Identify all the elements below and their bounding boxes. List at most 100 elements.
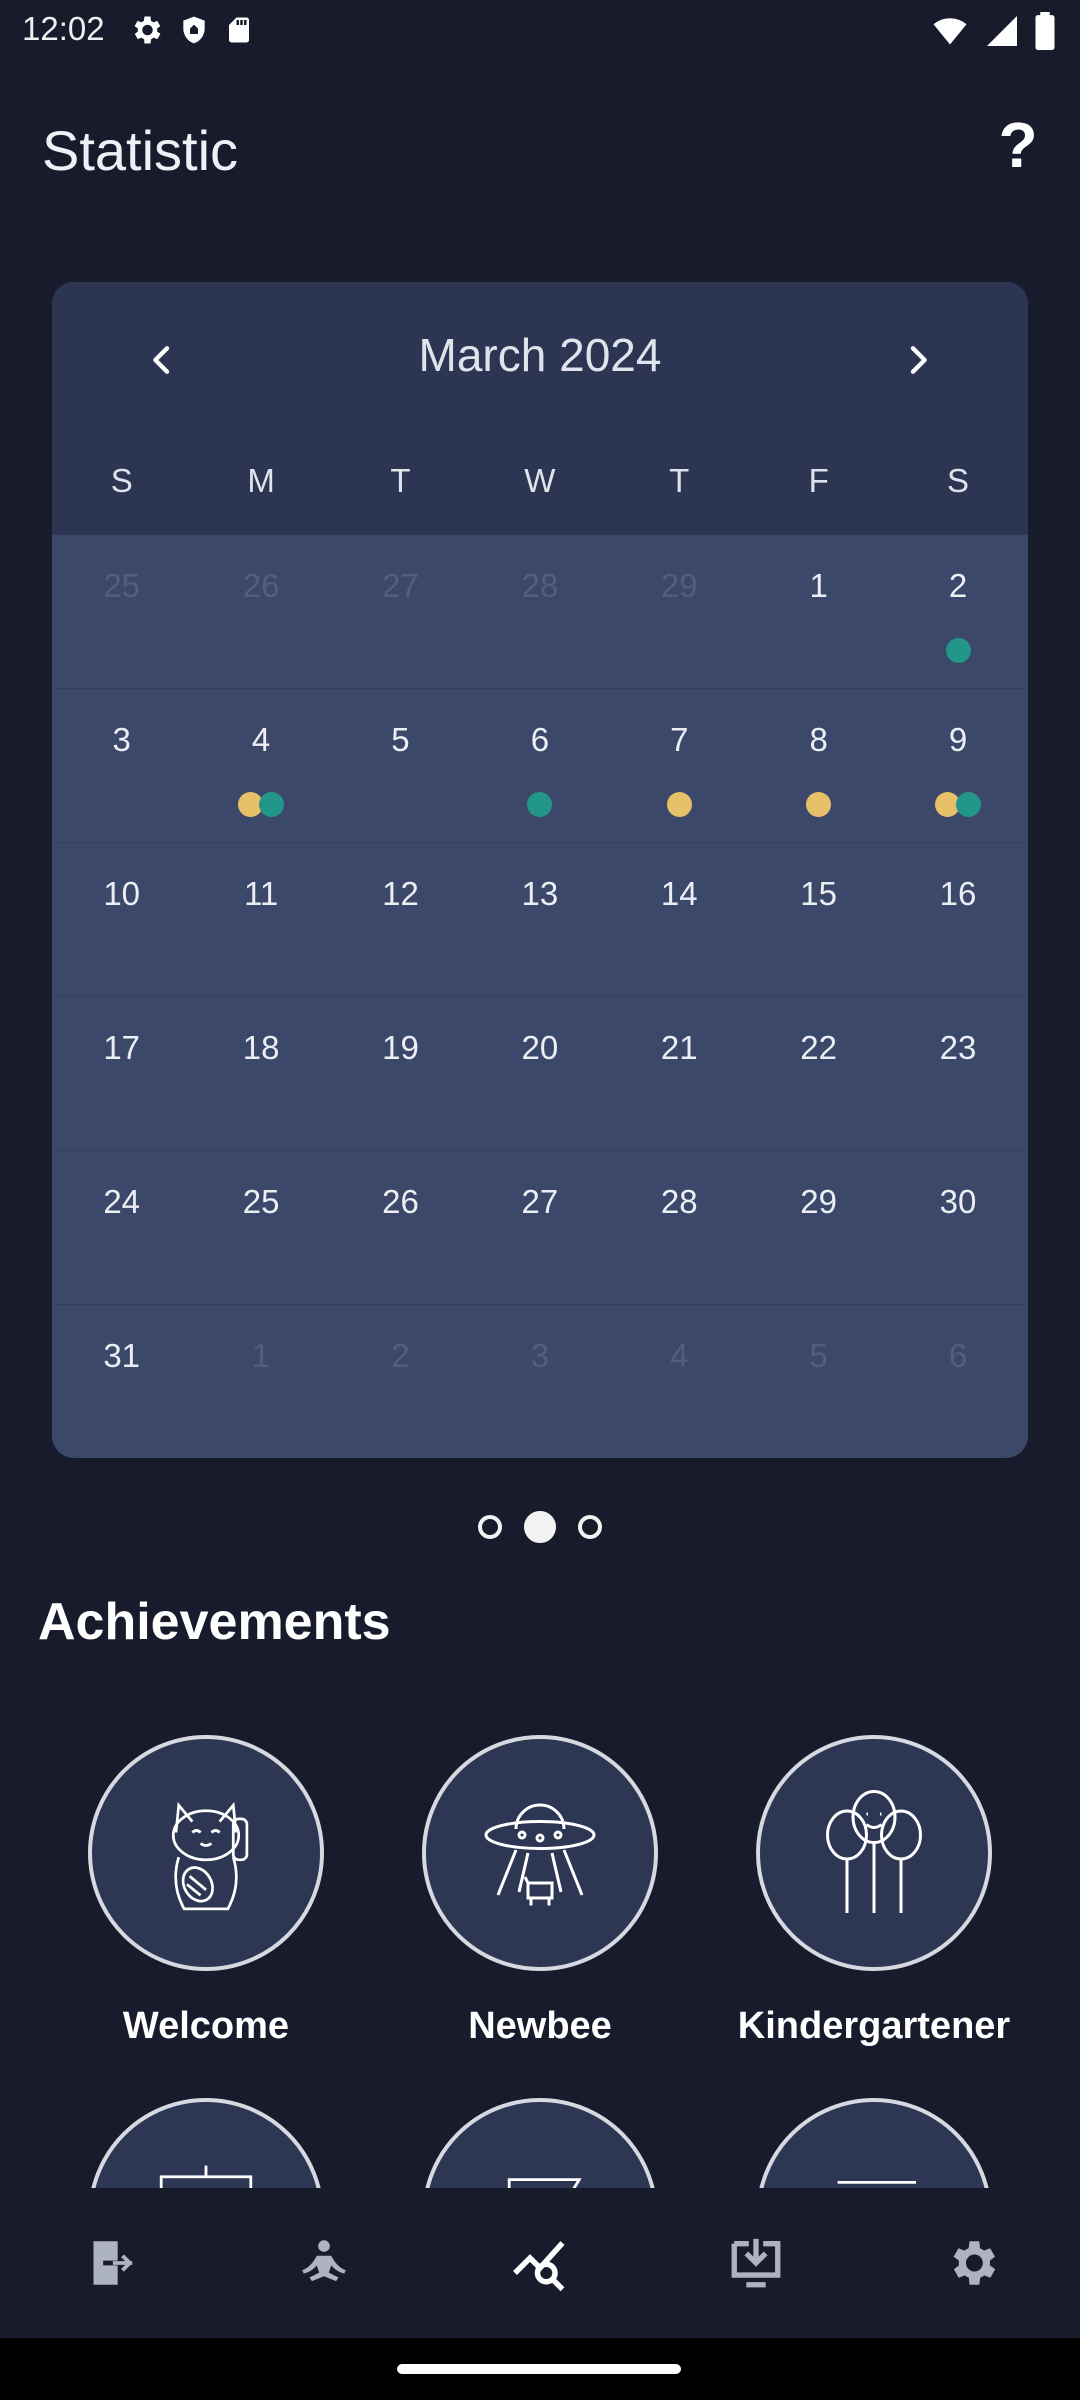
- achievement-label: Kindergartener: [737, 2005, 1011, 2047]
- calendar-day[interactable]: 29: [749, 1151, 888, 1304]
- calendar-day-number: 15: [800, 875, 837, 912]
- nav-exit[interactable]: [0, 2188, 216, 2338]
- calendar-day-number: 4: [251, 721, 271, 758]
- achievements-title: Achievements: [38, 1593, 391, 1651]
- calendar-day[interactable]: 10: [52, 843, 191, 996]
- achievement-badge-welcome[interactable]: [88, 1735, 324, 1971]
- calendar-day-number: 2: [391, 1337, 410, 1374]
- status-time: 12:02: [22, 10, 105, 47]
- calendar-day-number: 5: [809, 1337, 828, 1374]
- calendar-day[interactable]: 8: [749, 689, 888, 842]
- settings-icon: [953, 2241, 996, 2285]
- activity-dots: [749, 792, 888, 817]
- calendar-day[interactable]: 9: [888, 689, 1027, 842]
- calendar-day-outside-month: 27: [331, 535, 470, 688]
- shield-status-icon: [183, 16, 205, 44]
- achievement-badge-kindergartener[interactable]: [756, 1735, 992, 1971]
- calendar-day[interactable]: 19: [331, 997, 470, 1150]
- home-indicator[interactable]: [397, 2364, 681, 2374]
- calendar-day[interactable]: 28: [610, 1151, 749, 1304]
- calendar-day[interactable]: 13: [470, 843, 609, 996]
- meditation-icon: [302, 2240, 346, 2282]
- calendar-day-number: 20: [521, 1029, 559, 1066]
- calendar-day-number: 1: [809, 567, 828, 604]
- calendar-day-number: 28: [521, 567, 559, 604]
- achievement-badge-newbee[interactable]: [422, 1735, 658, 1971]
- calendar-day-outside-month: 28: [470, 535, 609, 688]
- next-month-button[interactable]: [882, 324, 954, 396]
- calendar-day[interactable]: 14: [610, 843, 749, 996]
- calendar-day[interactable]: 21: [610, 997, 749, 1150]
- page-dot[interactable]: [578, 1515, 602, 1539]
- nav-statistics[interactable]: [432, 2188, 648, 2338]
- calendar-day-outside-month: 2: [331, 1305, 470, 1458]
- activity-dots: [888, 792, 1027, 817]
- calendar-day-number: 5: [391, 721, 410, 758]
- calendar-day[interactable]: 5: [331, 689, 470, 842]
- signal-icon: [987, 16, 1017, 46]
- calendar-day[interactable]: 15: [749, 843, 888, 996]
- calendar-day-outside-month: 25: [52, 535, 191, 688]
- calendar-day[interactable]: 20: [470, 997, 609, 1150]
- calendar-header: March 2024 SMTWTFS: [52, 282, 1028, 535]
- activity-dot-green: [259, 792, 285, 817]
- nav-meditation[interactable]: [216, 2188, 432, 2338]
- nav-download[interactable]: [648, 2188, 864, 2338]
- app-header: Statistic ?: [0, 90, 1080, 210]
- calendar-day[interactable]: 2: [888, 535, 1027, 688]
- calendar-day[interactable]: 12: [331, 843, 470, 996]
- calendar-day-number: 7: [670, 721, 689, 758]
- calendar-day[interactable]: 31: [52, 1305, 191, 1458]
- lucky-cat-icon: [171, 1801, 249, 1911]
- calendar-day[interactable]: 4: [191, 689, 330, 842]
- calendar-day-outside-month: 6: [888, 1305, 1027, 1458]
- calendar-day[interactable]: 23: [888, 997, 1027, 1150]
- calendar-day-number: 6: [948, 1337, 968, 1374]
- calendar-day-number: 13: [521, 875, 559, 912]
- statistics-icon: [513, 2241, 565, 2292]
- calendar-day-number: 16: [939, 875, 977, 912]
- calendar-day-number: 9: [948, 721, 968, 758]
- calendar-day[interactable]: 7: [610, 689, 749, 842]
- calendar-day-number: 18: [242, 1029, 280, 1066]
- calendar-week-row: 31 1 2 3 4 5 6: [52, 1305, 1028, 1458]
- calendar-day-number: 19: [382, 1029, 419, 1066]
- calendar-day-number: 4: [670, 1337, 689, 1374]
- calendar-day[interactable]: 24: [52, 1151, 191, 1304]
- calendar-day-number: 30: [939, 1183, 977, 1220]
- calendar-day[interactable]: 18: [191, 997, 330, 1150]
- calendar-week-row: 17 18 19 20 21 22 23: [52, 997, 1028, 1151]
- calendar: March 2024 SMTWTFS 25 26 27 28 29 1 2 3 4 5 6 7 8 9 10…: [52, 282, 1028, 1458]
- calendar-day[interactable]: 16: [888, 843, 1027, 996]
- weekday-label: S: [110, 462, 133, 499]
- calendar-day[interactable]: 30: [888, 1151, 1027, 1304]
- calendar-day-outside-month: 26: [191, 535, 330, 688]
- page-title: Statistic: [42, 119, 239, 182]
- weekday-row: SMTWTFS: [52, 462, 1028, 500]
- nav-settings[interactable]: [864, 2188, 1080, 2338]
- calendar-day[interactable]: 22: [749, 997, 888, 1150]
- calendar-day-number: 17: [103, 1029, 141, 1066]
- activity-dot-green: [527, 792, 553, 817]
- achievement-label: Welcome: [122, 2005, 290, 2047]
- help-button[interactable]: ?: [988, 109, 1048, 181]
- calendar-day[interactable]: 1: [749, 535, 888, 688]
- calendar-day[interactable]: 25: [191, 1151, 330, 1304]
- calendar-day[interactable]: 3: [52, 689, 191, 842]
- calendar-day-number: 3: [530, 1337, 550, 1374]
- calendar-day-number: 29: [800, 1183, 837, 1220]
- page-dot[interactable]: [524, 1511, 556, 1543]
- calendar-day-outside-month: 4: [610, 1305, 749, 1458]
- calendar-day-number: 11: [243, 875, 279, 912]
- calendar-day-number: 23: [939, 1029, 977, 1066]
- calendar-day-number: 31: [103, 1337, 141, 1374]
- page-dot[interactable]: [478, 1515, 502, 1539]
- calendar-day[interactable]: 6: [470, 689, 609, 842]
- calendar-day-number: 24: [103, 1183, 141, 1220]
- calendar-day[interactable]: 26: [331, 1151, 470, 1304]
- calendar-day[interactable]: 27: [470, 1151, 609, 1304]
- calendar-day[interactable]: 11: [191, 843, 330, 996]
- calendar-day[interactable]: 17: [52, 997, 191, 1150]
- calendar-day-number: 28: [660, 1183, 698, 1220]
- achievement-label: Newbee: [468, 2005, 612, 2047]
